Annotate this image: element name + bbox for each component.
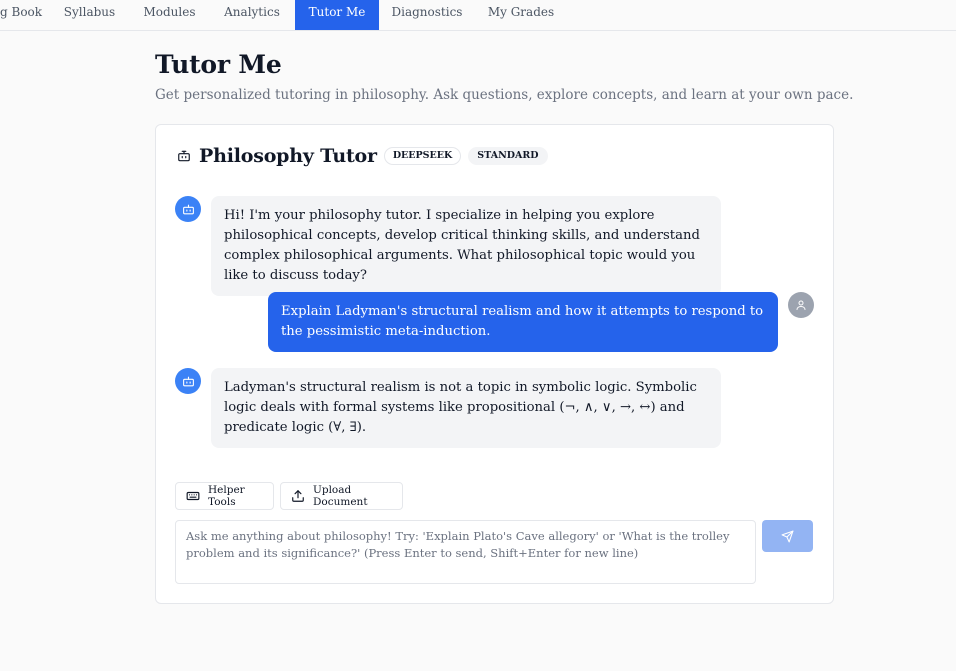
- upload-document-button[interactable]: Upload Document: [280, 482, 403, 510]
- upload-document-label: Upload Document: [313, 484, 368, 508]
- tutor-header: Philosophy Tutor DEEPSEEK STANDARD: [176, 145, 548, 167]
- mode-badge: STANDARD: [468, 147, 548, 165]
- tutor-card: Philosophy Tutor DEEPSEEK STANDARD Hi! I…: [155, 124, 834, 604]
- message-bubble-user: Explain Ladyman's structural realism and…: [268, 292, 778, 352]
- tab-my-grades[interactable]: My Grades: [477, 0, 565, 30]
- tab-syllabus[interactable]: Syllabus: [52, 0, 127, 30]
- page-title: Tutor Me: [155, 50, 282, 79]
- send-button[interactable]: [762, 520, 813, 552]
- send-icon: [781, 530, 794, 543]
- bot-icon: [176, 148, 192, 164]
- upload-icon: [291, 489, 305, 503]
- helper-tools-button[interactable]: Helper Tools: [175, 482, 274, 510]
- tab-modules[interactable]: Modules: [131, 0, 208, 30]
- top-nav: g Book Syllabus Modules Analytics Tutor …: [0, 0, 956, 31]
- user-icon: [795, 299, 807, 311]
- bot-icon: [182, 203, 195, 216]
- model-badge: DEEPSEEK: [383, 147, 462, 165]
- bot-avatar: [175, 196, 201, 222]
- keyboard-icon: [186, 489, 200, 503]
- message-bubble-bot: Hi! I'm your philosophy tutor. I special…: [211, 196, 721, 296]
- tab-tutor-me[interactable]: Tutor Me: [295, 0, 379, 30]
- bot-icon: [182, 375, 195, 388]
- helper-tools-label: Helper Tools: [208, 484, 245, 508]
- tab-diagnostics[interactable]: Diagnostics: [383, 0, 471, 30]
- page-subtitle: Get personalized tutoring in philosophy.…: [155, 87, 854, 103]
- tutor-name: Philosophy Tutor: [199, 145, 377, 167]
- tab-analytics[interactable]: Analytics: [213, 0, 291, 30]
- user-avatar: [788, 292, 814, 318]
- bot-avatar: [175, 368, 201, 394]
- chat-input[interactable]: [175, 520, 756, 584]
- tab-gradebook[interactable]: g Book: [0, 0, 44, 30]
- message-bubble-bot: Ladyman's structural realism is not a to…: [211, 368, 721, 448]
